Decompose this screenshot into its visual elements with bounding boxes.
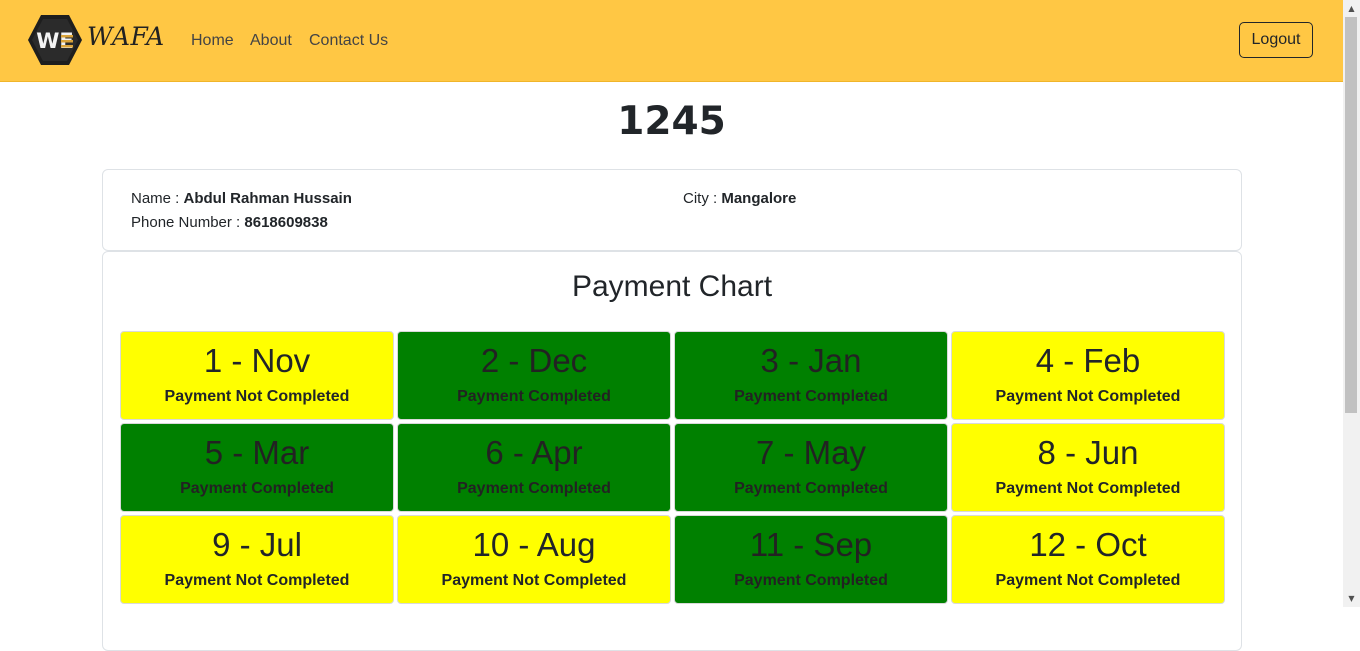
cell-status: Payment Not Completed [995,480,1181,497]
scroll-down-arrow-icon[interactable]: ▼ [1343,590,1360,607]
logout-button[interactable]: Logout [1239,22,1313,58]
payment-cell: 11 - Sep Payment Completed [674,515,948,604]
payment-cell: 2 - Dec Payment Completed [397,331,671,420]
nav-contact-link[interactable]: Contact Us [309,32,388,50]
cell-month-label: 11 - Sep [749,526,873,563]
navbar: WE WAFA Home About Contact Us Logout [0,0,1343,82]
member-city-row: City : Mangalore [683,190,796,207]
cell-month-label: 1 - Nov [203,342,311,379]
brand-name[interactable]: WAFA [87,22,165,51]
member-city: Mangalore [721,190,797,207]
city-label: City : [683,190,722,207]
cell-status: Payment Completed [734,388,888,405]
cell-status: Payment Not Completed [164,572,350,589]
payment-cell: 9 - Jul Payment Not Completed [120,515,394,604]
payment-cell: 12 - Oct Payment Not Completed [951,515,1225,604]
payment-cell: 3 - Jan Payment Completed [674,331,948,420]
member-name: Abdul Rahman Hussain [183,190,352,207]
cell-month-label: 7 - May [755,434,867,471]
cell-status: Payment Not Completed [441,572,627,589]
member-name-row: Name : Abdul Rahman Hussain [131,190,352,207]
scroll-thumb[interactable] [1345,17,1357,413]
cell-month-label: 3 - Jan [760,342,862,379]
cell-status: Payment Not Completed [995,572,1181,589]
payment-chart-card: Payment Chart 1 - Nov Payment Not Complet… [102,251,1242,651]
member-info-card: Name : Abdul Rahman Hussain Phone Number… [102,169,1242,251]
payment-chart-title: Payment Chart [571,270,773,303]
phone-label: Phone Number : [131,214,245,231]
cell-month-label: 2 - Dec [480,342,588,379]
payment-cell: 5 - Mar Payment Completed [120,423,394,512]
payment-cell: 8 - Jun Payment Not Completed [951,423,1225,512]
name-label: Name : [131,190,184,207]
vertical-scrollbar[interactable]: ▲ ▼ [1343,0,1360,607]
member-phone: 8618609838 [244,214,328,231]
cell-status: Payment Completed [457,480,611,497]
member-phone-row: Phone Number : 8618609838 [131,214,328,231]
payment-grid: 1 - Nov Payment Not Completed 2 - Dec Paym… [120,331,1226,604]
cell-status: Payment Completed [734,480,888,497]
cell-month-label: 9 - Jul [212,526,302,563]
page-heading-id: 1245 [617,99,726,144]
cell-status: Payment Completed [457,388,611,405]
nav-home-link[interactable]: Home [191,32,234,50]
cell-month-label: 4 - Feb [1035,342,1141,379]
wafa-logo-icon[interactable]: WE [28,14,82,66]
cell-status: Payment Not Completed [164,388,350,405]
payment-cell: 7 - May Payment Completed [674,423,948,512]
cell-month-label: 12 - Oct [1029,526,1147,563]
payment-cell: 4 - Feb Payment Not Completed [951,331,1225,420]
cell-status: Payment Completed [180,480,334,497]
payment-cell: 1 - Nov Payment Not Completed [120,331,394,420]
payment-cell: 6 - Apr Payment Completed [397,423,671,512]
cell-month-label: 8 - Jun [1037,434,1139,471]
cell-status: Payment Not Completed [995,388,1181,405]
scroll-up-arrow-icon[interactable]: ▲ [1343,0,1360,17]
cell-month-label: 5 - Mar [204,434,310,471]
nav-about-link[interactable]: About [250,32,292,50]
cell-month-label: 10 - Aug [472,526,596,563]
cell-status: Payment Completed [734,572,888,589]
cell-month-label: 6 - Apr [485,434,583,471]
payment-cell: 10 - Aug Payment Not Completed [397,515,671,604]
